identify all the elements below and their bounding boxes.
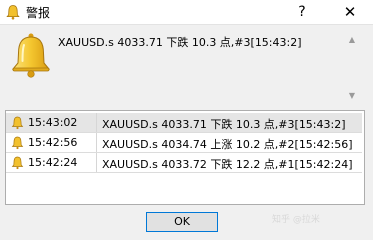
bell-icon (11, 33, 51, 78)
message-scrollbar[interactable]: ▲ ▼ (345, 34, 359, 102)
column-divider (96, 153, 97, 172)
ok-button[interactable]: OK (146, 212, 218, 232)
alert-log-list[interactable]: 15:43:02 XAUUSD.s 4033.71 下跌 10.3 点,#3[1… (5, 110, 365, 205)
alert-log-message: XAUUSD.s 4034.74 上涨 10.2 点,#2[15:42:56] (102, 138, 353, 151)
bell-icon (11, 136, 24, 150)
alert-log-message: XAUUSD.s 4033.71 下跌 10.3 点,#3[15:43:2] (102, 118, 346, 131)
help-button[interactable]: ? (292, 0, 312, 24)
window-title: 警报 (26, 6, 51, 20)
list-item[interactable]: 15:42:56 XAUUSD.s 4034.74 上涨 10.2 点,#2[1… (6, 133, 362, 153)
alert-time: 15:42:56 (28, 136, 78, 149)
list-item[interactable]: 15:42:24 XAUUSD.s 4033.72 下跌 12.2 点,#1[1… (6, 153, 362, 173)
list-item[interactable]: 15:43:02 XAUUSD.s 4033.71 下跌 10.3 点,#3[1… (6, 113, 362, 133)
bell-icon (11, 156, 24, 170)
alert-time: 15:42:24 (28, 156, 78, 169)
scroll-down-arrow-icon[interactable]: ▼ (345, 90, 359, 102)
alert-log-message: XAUUSD.s 4033.72 下跌 12.2 点,#1[15:42:24] (102, 158, 353, 171)
bell-icon (6, 5, 20, 20)
column-divider (96, 133, 97, 152)
watermark: 知乎 @拉米 (272, 215, 320, 225)
title-bar: 警报 ? ✕ (0, 0, 373, 25)
alert-message-text: XAUUSD.s 4033.71 下跌 10.3 点,#3[15:43:2] (58, 34, 344, 94)
bell-icon (11, 116, 24, 130)
column-divider (96, 113, 97, 132)
close-button[interactable]: ✕ (336, 0, 364, 24)
alert-time: 15:43:02 (28, 116, 78, 129)
alert-message: XAUUSD.s 4033.71 下跌 10.3 点,#3[15:43:2] (58, 36, 302, 49)
scroll-up-arrow-icon[interactable]: ▲ (345, 34, 359, 46)
